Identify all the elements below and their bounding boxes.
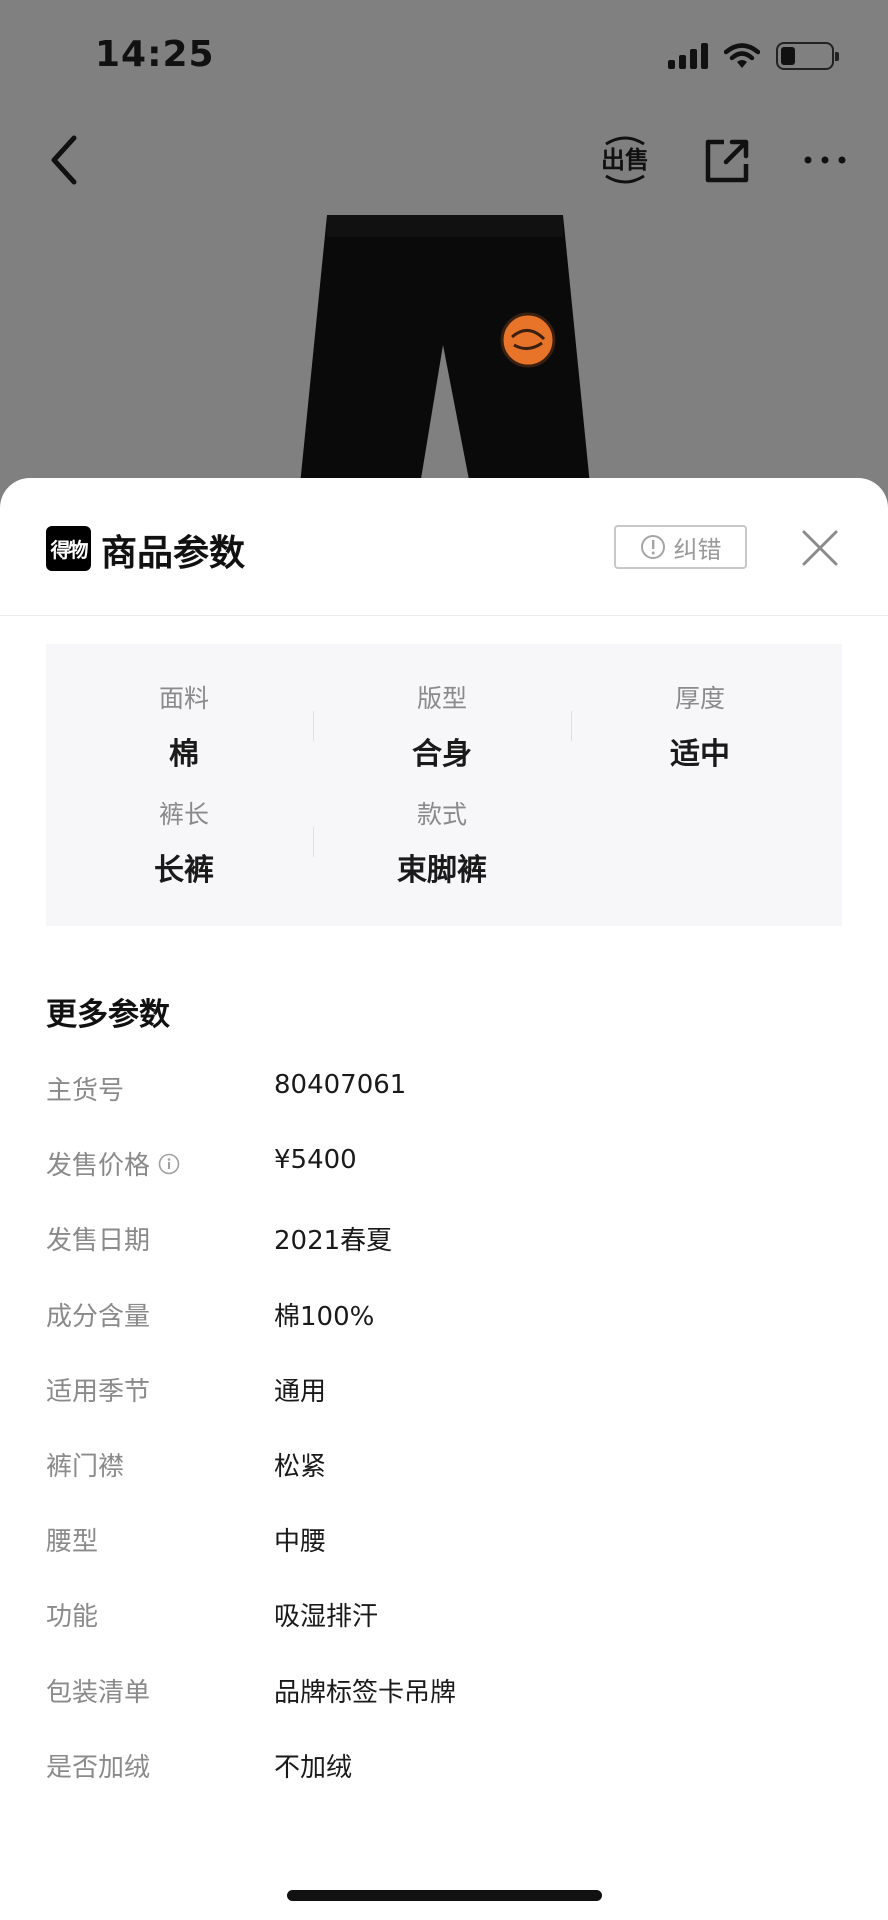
sell-label: 出售 bbox=[601, 146, 649, 174]
sell-button[interactable]: 出售 bbox=[600, 132, 650, 188]
battery-icon bbox=[776, 42, 839, 70]
product-nav-bar: 出售 bbox=[0, 120, 888, 200]
param-label: 是否加绒 bbox=[46, 1747, 150, 1784]
list-item: 功能 吸湿排汗 bbox=[46, 1596, 842, 1671]
divider bbox=[571, 711, 572, 741]
param-label-text: 裤门襟 bbox=[46, 1451, 125, 1482]
sheet-title: 商品参数 bbox=[101, 533, 246, 574]
key-param-label: 款式 bbox=[416, 800, 467, 829]
param-value: ¥5400 bbox=[274, 1145, 357, 1176]
key-param-label: 厚度 bbox=[674, 684, 725, 713]
product-params-sheet: 得物 商品参数 纠错 面料 棉 版型 合身 厚度 适中 裤长 长裤 款式 束脚裤… bbox=[0, 478, 888, 1920]
list-item: 适用季节 通用 bbox=[46, 1371, 842, 1446]
param-label: 裤门襟 bbox=[46, 1446, 124, 1483]
param-label: 发售日期 bbox=[46, 1220, 150, 1257]
param-label: 腰型 bbox=[46, 1521, 98, 1558]
param-label-text: 成分含量 bbox=[46, 1301, 151, 1332]
brand-logo: 得物 bbox=[46, 526, 91, 571]
key-param-value: 合身 bbox=[412, 737, 472, 772]
status-time: 14:25 bbox=[95, 34, 215, 75]
key-param-value: 束脚裤 bbox=[397, 853, 487, 888]
param-label-text: 腰型 bbox=[46, 1527, 99, 1558]
sheet-header: 得物 商品参数 纠错 bbox=[0, 478, 888, 616]
cellular-signal-icon bbox=[668, 43, 708, 69]
param-label-text: 发售日期 bbox=[46, 1226, 151, 1257]
list-item: 主货号 80407061 bbox=[46, 1070, 842, 1145]
key-param-value: 长裤 bbox=[154, 853, 214, 888]
more-params-list: 主货号 80407061 发售价格 ¥5400 发售日期 2021春夏 成分含量… bbox=[46, 1070, 842, 1822]
param-label: 包装清单 bbox=[46, 1672, 150, 1709]
more-params-title: 更多参数 bbox=[46, 997, 170, 1033]
param-value: 2021春夏 bbox=[274, 1226, 393, 1257]
key-param-fit: 版型 合身 bbox=[342, 679, 542, 773]
more-icon[interactable] bbox=[800, 140, 850, 180]
home-indicator[interactable] bbox=[287, 1890, 602, 1901]
key-param-thickness: 厚度 适中 bbox=[600, 679, 800, 773]
key-param-style: 款式 束脚裤 bbox=[342, 795, 542, 889]
key-param-value: 棉 bbox=[169, 737, 199, 772]
key-param-fabric: 面料 棉 bbox=[84, 679, 284, 773]
status-icons bbox=[668, 42, 839, 70]
key-param-label: 裤长 bbox=[158, 800, 209, 829]
share-icon[interactable] bbox=[702, 132, 752, 188]
list-item: 是否加绒 不加绒 bbox=[46, 1747, 842, 1822]
param-value: 棉100% bbox=[274, 1301, 375, 1332]
param-value: 中腰 bbox=[274, 1527, 327, 1558]
back-icon[interactable] bbox=[44, 130, 84, 190]
divider bbox=[313, 827, 314, 857]
list-item: 腰型 中腰 bbox=[46, 1521, 842, 1596]
param-label-text: 功能 bbox=[46, 1602, 99, 1633]
info-icon[interactable] bbox=[158, 1153, 180, 1175]
param-value: 品牌标签卡吊牌 bbox=[274, 1677, 457, 1708]
param-label: 功能 bbox=[46, 1596, 98, 1633]
param-label-text: 适用季节 bbox=[46, 1376, 151, 1407]
param-value: 松紧 bbox=[274, 1451, 327, 1482]
list-item: 包装清单 品牌标签卡吊牌 bbox=[46, 1672, 842, 1747]
key-param-pants-length: 裤长 长裤 bbox=[84, 795, 284, 889]
list-item: 裤门襟 松紧 bbox=[46, 1446, 842, 1521]
key-param-label: 版型 bbox=[416, 684, 467, 713]
param-value: 不加绒 bbox=[274, 1752, 353, 1783]
key-params-panel: 面料 棉 版型 合身 厚度 适中 裤长 长裤 款式 束脚裤 bbox=[46, 644, 842, 926]
close-icon[interactable] bbox=[800, 528, 840, 568]
report-error-label: 纠错 bbox=[673, 535, 722, 564]
param-value: 吸湿排汗 bbox=[274, 1602, 379, 1633]
param-label: 适用季节 bbox=[46, 1371, 150, 1408]
param-value: 通用 bbox=[274, 1376, 327, 1407]
list-item: 发售日期 2021春夏 bbox=[46, 1220, 842, 1295]
product-image bbox=[300, 215, 590, 485]
param-label-text: 包装清单 bbox=[46, 1677, 151, 1708]
key-param-value: 适中 bbox=[670, 737, 730, 772]
wifi-icon bbox=[724, 43, 760, 68]
divider bbox=[313, 711, 314, 741]
param-label: 发售价格 bbox=[46, 1145, 180, 1182]
param-label-text: 发售价格 bbox=[46, 1151, 151, 1182]
alert-circle-icon bbox=[640, 535, 665, 559]
sell-icon: 出售 bbox=[601, 136, 649, 184]
param-label-text: 是否加绒 bbox=[46, 1752, 151, 1783]
list-item: 发售价格 ¥5400 bbox=[46, 1145, 842, 1220]
param-label-text: 主货号 bbox=[46, 1076, 125, 1106]
status-bar: 14:25 bbox=[0, 0, 888, 110]
list-item: 成分含量 棉100% bbox=[46, 1296, 842, 1371]
param-label: 成分含量 bbox=[46, 1296, 150, 1333]
report-error-button[interactable]: 纠错 bbox=[614, 525, 747, 569]
param-label: 主货号 bbox=[46, 1070, 124, 1107]
key-param-label: 面料 bbox=[158, 684, 209, 713]
param-value: 80407061 bbox=[274, 1070, 407, 1100]
